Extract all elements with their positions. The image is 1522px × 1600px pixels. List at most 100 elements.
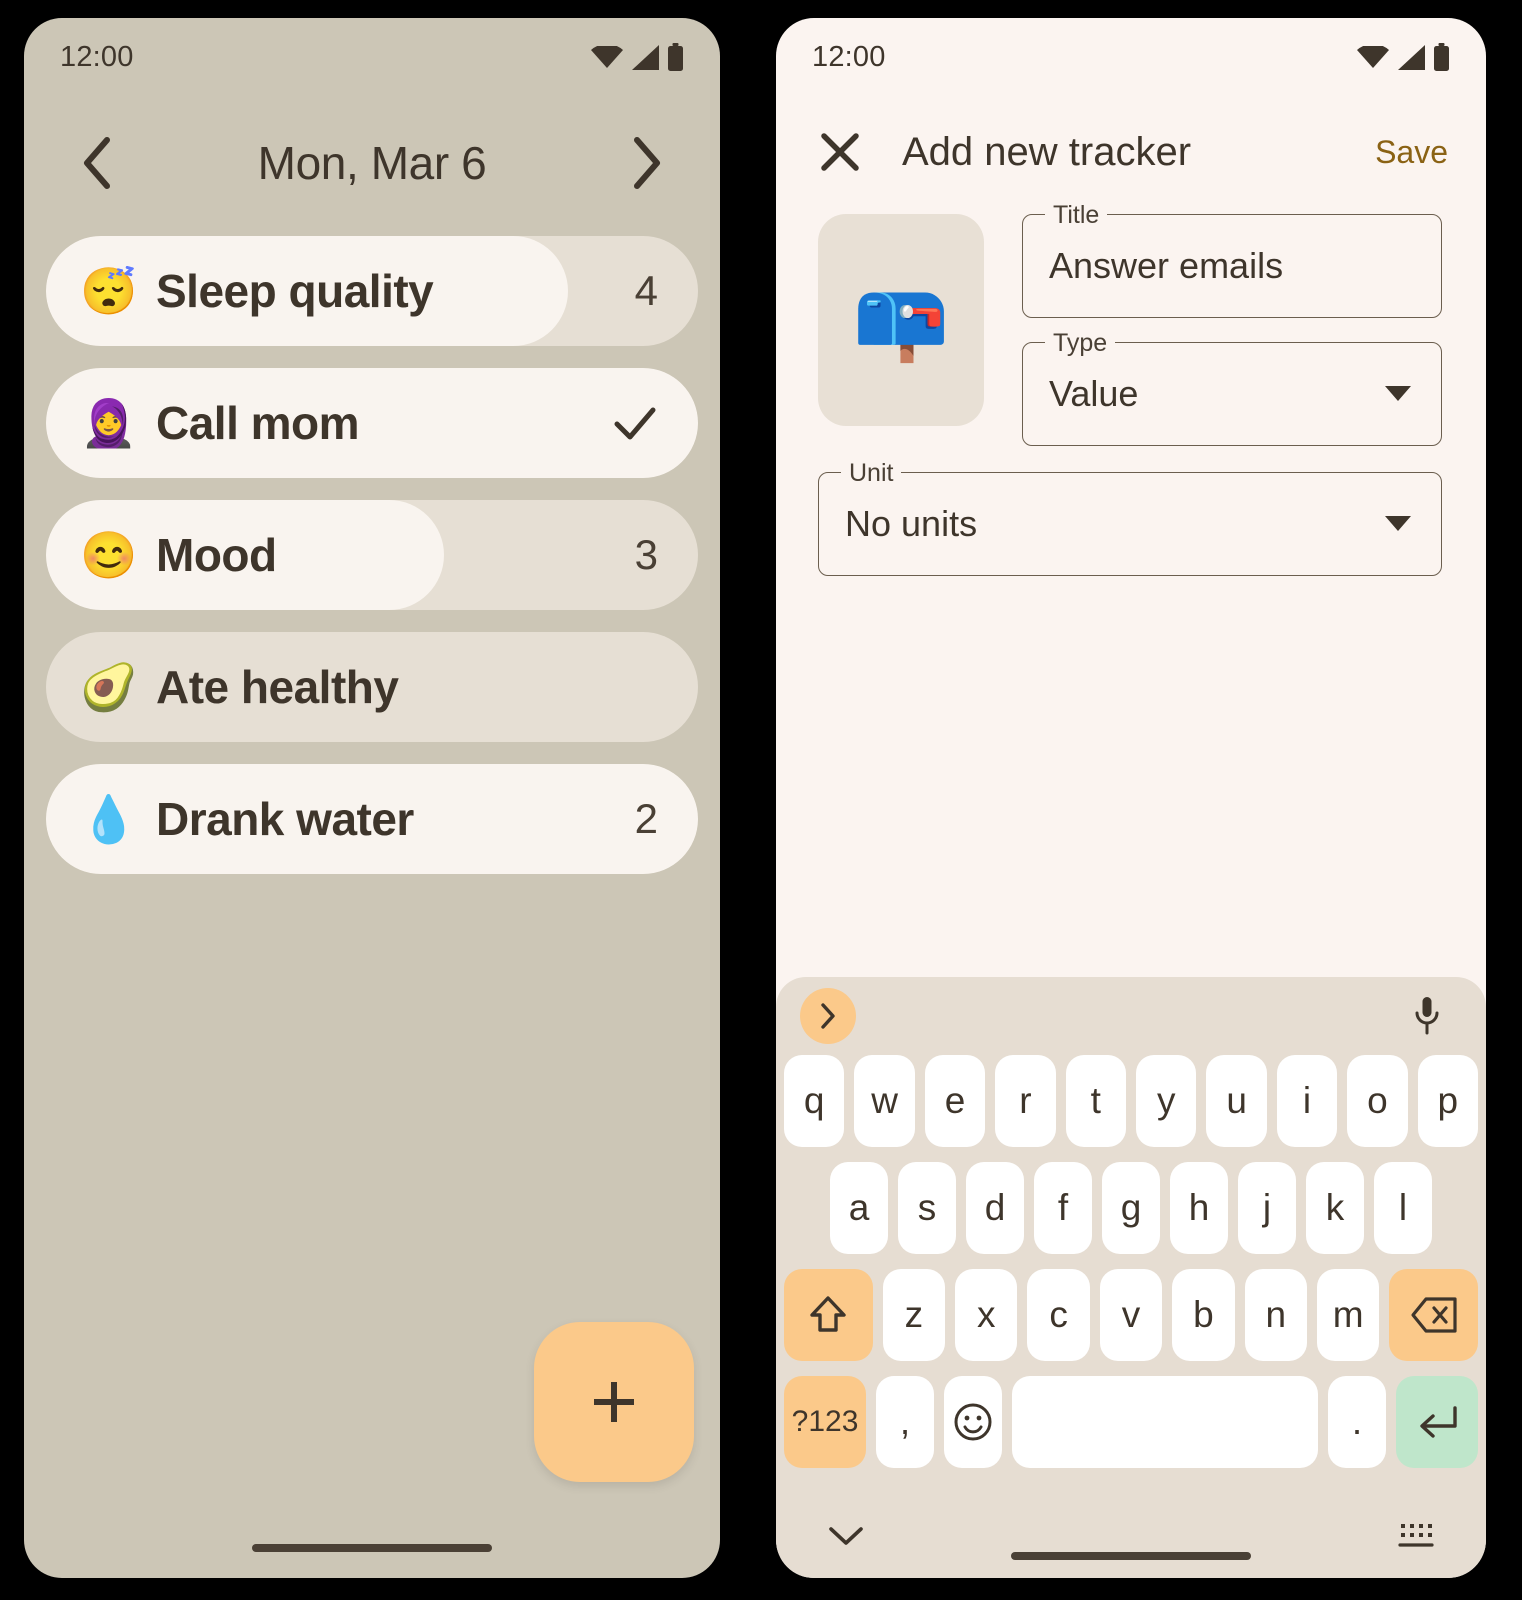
keyboard-rows: qwertyuiop asdfghjkl zxcvbnm ?123 , . (776, 1055, 1486, 1468)
key-r[interactable]: r (995, 1055, 1056, 1147)
tracker-row-content: 🧕 Call mom (46, 368, 698, 478)
tracker-list: 😴 Sleep quality 4 🧕 Call mom 😊 Mood 3 🥑 Ate healt… (24, 236, 720, 874)
title-field-value: Answer emails (1049, 245, 1284, 286)
chevron-right-icon (633, 137, 660, 189)
tracker-value: 2 (634, 795, 658, 842)
type-field[interactable]: Type Value (1022, 330, 1442, 446)
tracker-row[interactable]: 😊 Mood 3 (46, 500, 698, 610)
key-g[interactable]: g (1102, 1162, 1160, 1254)
keyboard-row-2: asdfghjkl (784, 1162, 1478, 1254)
key-j[interactable]: j (1238, 1162, 1296, 1254)
tracker-label: Drank water (156, 793, 414, 845)
tracker-label: Call mom (156, 397, 360, 449)
key-z[interactable]: z (882, 1269, 946, 1361)
key-c[interactable]: c (1027, 1269, 1090, 1361)
type-field-label: Type (1045, 330, 1116, 356)
key-m[interactable]: m (1316, 1269, 1380, 1361)
app-bar: Add new tracker Save (776, 96, 1486, 180)
woman-with-headscarf-emoji: 🧕 (80, 397, 138, 449)
backspace-key[interactable] (1389, 1269, 1478, 1361)
emoji-key[interactable] (943, 1376, 1002, 1468)
left-phone-screen: 12:00 Mon, Mar 6 😴 Sleep quality 4 🧕 Cal… (24, 18, 720, 1578)
key-q[interactable]: q (783, 1055, 845, 1147)
chevron-left-icon (84, 137, 110, 189)
comma-key[interactable]: , (876, 1376, 934, 1468)
symbols-key[interactable]: ?123 (784, 1376, 867, 1468)
tracker-row[interactable]: 🥑 Ate healthy (46, 632, 698, 742)
tracker-row[interactable]: 😴 Sleep quality 4 (46, 236, 698, 346)
unit-field-label: Unit (841, 460, 902, 486)
close-icon (821, 133, 859, 171)
key-a[interactable]: a (830, 1162, 888, 1254)
app-bar-title: Add new tracker (902, 129, 1192, 174)
shift-icon (810, 1296, 847, 1332)
screenshot-stage: 12:00 Mon, Mar 6 😴 Sleep quality 4 🧕 Cal… (0, 0, 1522, 1600)
check-icon (614, 407, 656, 440)
close-button[interactable] (812, 124, 868, 180)
period-key[interactable]: . (1328, 1376, 1386, 1468)
emoji-icon (954, 1403, 992, 1441)
voice-input-button[interactable] (1402, 990, 1452, 1042)
chevron-down-icon (1385, 516, 1411, 531)
key-x[interactable]: x (955, 1269, 1018, 1361)
status-icon-group (591, 43, 684, 71)
unit-field-value: No units (845, 503, 978, 544)
chevron-right-icon (821, 1003, 835, 1029)
left-gesture-bar[interactable] (252, 1544, 492, 1552)
title-field[interactable]: Title Answer emails (1022, 202, 1442, 318)
key-i[interactable]: i (1276, 1055, 1338, 1147)
key-u[interactable]: u (1206, 1055, 1267, 1147)
key-w[interactable]: w (854, 1055, 915, 1147)
key-e[interactable]: e (924, 1055, 986, 1147)
hide-keyboard-button[interactable] (820, 1513, 872, 1559)
right-gesture-bar[interactable] (1011, 1552, 1251, 1560)
tracker-row[interactable]: 🧕 Call mom (46, 368, 698, 478)
on-screen-keyboard: qwertyuiop asdfghjkl zxcvbnm ?123 , . (776, 977, 1486, 1578)
previous-day-button[interactable] (68, 134, 126, 192)
key-y[interactable]: y (1136, 1055, 1197, 1147)
key-n[interactable]: n (1244, 1269, 1307, 1361)
key-t[interactable]: t (1065, 1055, 1126, 1147)
switch-keyboard-button[interactable] (1390, 1513, 1442, 1559)
save-button[interactable]: Save (1371, 128, 1452, 177)
smiling-face-emoji: 😊 (80, 529, 138, 581)
expand-suggestions-button[interactable] (800, 988, 856, 1044)
shift-key[interactable] (784, 1269, 873, 1361)
key-s[interactable]: s (898, 1162, 956, 1254)
tracker-row[interactable]: 💧 Drank water 2 (46, 764, 698, 874)
status-time: 12:00 (60, 40, 134, 73)
key-v[interactable]: v (1099, 1269, 1163, 1361)
key-o[interactable]: o (1347, 1055, 1408, 1147)
add-tracker-fab[interactable] (534, 1322, 694, 1482)
key-k[interactable]: k (1306, 1162, 1364, 1254)
left-status-bar: 12:00 (24, 18, 720, 96)
tracker-label: Ate healthy (156, 661, 399, 713)
key-l[interactable]: l (1374, 1162, 1432, 1254)
enter-key[interactable] (1395, 1376, 1479, 1468)
space-key[interactable] (1011, 1376, 1319, 1468)
title-field-label: Title (1045, 202, 1108, 228)
key-f[interactable]: f (1034, 1162, 1092, 1254)
status-time: 12:00 (812, 40, 886, 73)
page-title: Mon, Mar 6 (257, 137, 487, 189)
tracker-completed-check (612, 400, 658, 446)
key-d[interactable]: d (966, 1162, 1024, 1254)
right-status-bar: 12:00 (776, 18, 1486, 96)
tracker-value: 4 (634, 267, 658, 314)
keyboard-switch-icon (1398, 1524, 1434, 1547)
closed-mailbox-with-raised-flag-emoji: 📪 (852, 276, 950, 364)
tracker-label: Sleep quality (156, 265, 434, 317)
key-h[interactable]: h (1170, 1162, 1228, 1254)
cellular-icon (632, 44, 659, 70)
tracker-row-content: 😊 Mood 3 (46, 500, 698, 610)
tracker-label: Mood (156, 529, 277, 581)
field-column: Title Answer emails Type Value (1022, 202, 1442, 446)
next-day-button[interactable] (618, 134, 676, 192)
unit-field[interactable]: Unit No units (818, 460, 1442, 576)
key-b[interactable]: b (1172, 1269, 1235, 1361)
keyboard-row-1: qwertyuiop (783, 1055, 1479, 1147)
emoji-picker-tile[interactable]: 📪 (818, 214, 984, 426)
battery-icon (668, 43, 683, 71)
type-field-value: Value (1049, 373, 1139, 414)
key-p[interactable]: p (1417, 1055, 1479, 1147)
